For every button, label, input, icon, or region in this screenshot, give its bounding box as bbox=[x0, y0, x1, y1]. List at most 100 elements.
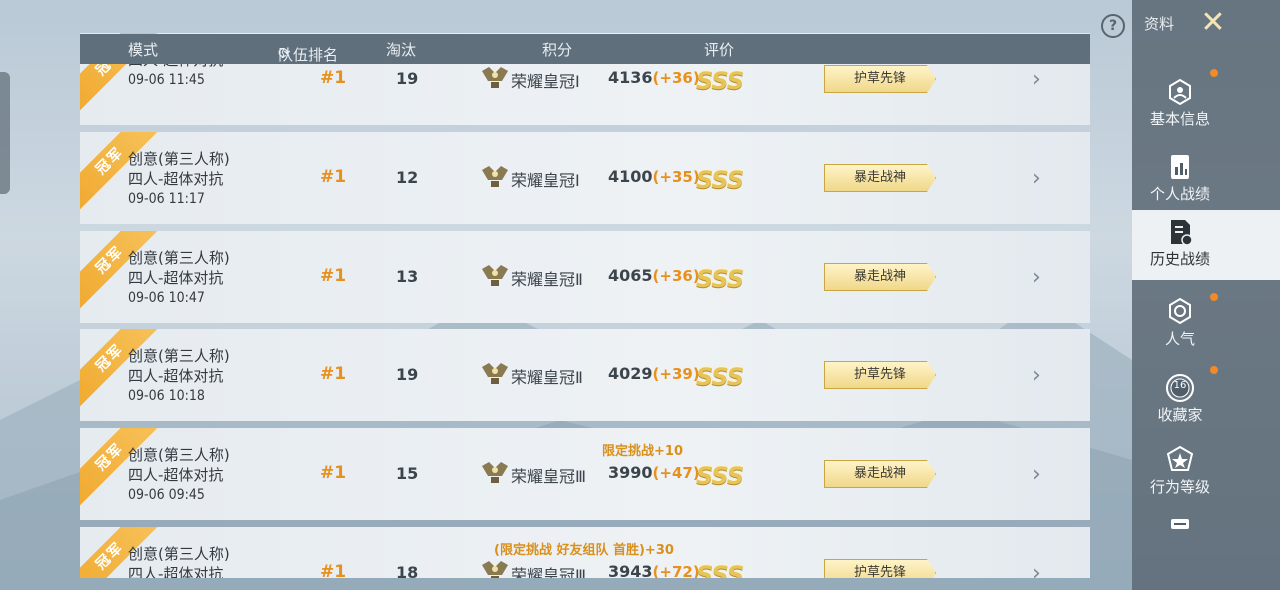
score-value: 4100(+35) bbox=[608, 167, 700, 186]
mode-line1: 创意(第三人称) bbox=[128, 150, 230, 168]
drawer-handle[interactable] bbox=[0, 72, 10, 194]
team-rank: #1 bbox=[320, 562, 347, 578]
grade-rating: SSS bbox=[696, 67, 744, 95]
mode-line2: 四人-超体对抗 bbox=[128, 170, 224, 188]
grade-rating: SSS bbox=[696, 462, 744, 490]
stats-icon bbox=[1171, 155, 1189, 179]
score-delta: (+72) bbox=[652, 563, 700, 578]
team-rank: #1 bbox=[320, 68, 347, 88]
mode-line2: 四人-超体对抗 bbox=[128, 269, 224, 287]
chevron-right-icon[interactable]: › bbox=[1032, 166, 1041, 191]
chevron-right-icon[interactable]: › bbox=[1032, 561, 1041, 578]
collector-level: 16 bbox=[1173, 380, 1187, 391]
score-delta: (+36) bbox=[652, 69, 700, 87]
chevron-right-icon[interactable]: › bbox=[1032, 363, 1041, 388]
close-icon[interactable]: ✕ bbox=[1196, 6, 1230, 40]
help-icon[interactable]: ? bbox=[1101, 14, 1125, 38]
kill-count: 18 bbox=[396, 563, 419, 578]
sidebar-item-label: 基本信息 bbox=[1149, 110, 1210, 128]
chevron-right-icon[interactable]: › bbox=[1032, 462, 1041, 487]
mode-line1: 创意(第三人称) bbox=[128, 446, 230, 464]
sidebar-title: 资料 bbox=[1144, 15, 1175, 33]
kill-count: 13 bbox=[396, 267, 419, 286]
history-table: 模式 ⟳队伍排名 淘汰 积分 评价 冠军 四人-超体对抗 09-06 11:45… bbox=[80, 0, 1090, 578]
honor-badge: 护草先锋 bbox=[824, 559, 936, 578]
grade-rating: SSS bbox=[696, 166, 744, 194]
match-mode: 创意(第三人称) 四人-超体对抗 09-06 11:17 bbox=[128, 149, 230, 209]
sidebar-item-label: 个人战绩 bbox=[1149, 185, 1210, 203]
grade-rating: SSS bbox=[696, 561, 744, 578]
mode-line1: 创意(第三人称) bbox=[128, 545, 230, 563]
history-icon bbox=[1171, 220, 1193, 246]
honor-badge: 暴走战神 bbox=[824, 460, 936, 488]
sidebar-item-basic-info[interactable]: 基本信息 bbox=[1132, 70, 1228, 140]
notification-dot bbox=[1210, 366, 1218, 374]
match-mode: 创意(第三人称) 四人-超体对抗 bbox=[128, 544, 230, 578]
match-date: 09-06 11:45 bbox=[128, 72, 205, 88]
profile-sidebar: 资料 ✕ 基本信息 个人战绩 历史战绩 人气 16 收藏家 行为等级 bbox=[1132, 0, 1280, 590]
sidebar-item-collector[interactable]: 16 收藏家 bbox=[1132, 366, 1228, 436]
mode-line1: 创意(第三人称) bbox=[128, 347, 230, 365]
score-value: 4029(+39) bbox=[608, 364, 700, 383]
mode-line2: 四人-超体对抗 bbox=[128, 565, 224, 578]
score-number: 3943 bbox=[608, 562, 653, 578]
score-number: 4029 bbox=[608, 364, 653, 383]
kill-count: 12 bbox=[396, 168, 419, 187]
notification-dot bbox=[1210, 69, 1218, 77]
match-date: 09-06 09:45 bbox=[128, 487, 205, 503]
score-number: 4136 bbox=[608, 68, 653, 87]
score-number: 4100 bbox=[608, 167, 653, 186]
match-row[interactable]: 冠军 创意(第三人称) 四人-超体对抗 09-06 10:18 #1 19 荣耀… bbox=[80, 329, 1090, 421]
header-kills: 淘汰 bbox=[386, 41, 417, 59]
header-score: 积分 bbox=[542, 41, 573, 59]
honor-badge: 护草先锋 bbox=[824, 65, 936, 93]
bonus-note: 限定挑战+10 bbox=[602, 444, 683, 459]
score-delta: (+36) bbox=[652, 267, 700, 285]
match-row[interactable]: 冠军 创意(第三人称) 四人-超体对抗 09-06 10:47 #1 13 荣耀… bbox=[80, 231, 1090, 323]
crown-tier-icon bbox=[482, 561, 508, 578]
score-value: 4065(+36) bbox=[608, 266, 700, 285]
score-delta: (+35) bbox=[652, 168, 700, 186]
chevron-right-icon[interactable]: › bbox=[1032, 265, 1041, 290]
grade-rating: SSS bbox=[696, 265, 744, 293]
sidebar-item-label: 行为等级 bbox=[1149, 478, 1210, 496]
sidebar-item-label: 收藏家 bbox=[1157, 406, 1203, 424]
tier-name: 荣耀皇冠Ⅱ bbox=[511, 368, 583, 387]
tier-name: 荣耀皇冠Ⅱ bbox=[511, 270, 583, 289]
sidebar-header: 资料 ✕ bbox=[1132, 0, 1280, 46]
profile-icon bbox=[1169, 78, 1191, 106]
kill-count: 19 bbox=[396, 69, 419, 88]
score-value: 4136(+36) bbox=[608, 68, 700, 87]
header-team-rank-label: 队伍排名 bbox=[278, 46, 339, 64]
mode-line2: 四人-超体对抗 bbox=[128, 466, 224, 484]
score-delta: (+39) bbox=[652, 365, 700, 383]
chevron-right-icon[interactable]: › bbox=[1032, 67, 1041, 92]
sidebar-item-personal-stats[interactable]: 个人战绩 bbox=[1132, 145, 1228, 215]
tier-name: 荣耀皇冠Ⅲ bbox=[511, 566, 587, 578]
match-row[interactable]: 冠军 创意(第三人称) 四人-超体对抗 09-06 09:45 #1 15 荣耀… bbox=[80, 428, 1090, 520]
team-rank: #1 bbox=[320, 364, 347, 384]
honor-badge: 护草先锋 bbox=[824, 361, 936, 389]
match-mode: 创意(第三人称) 四人-超体对抗 09-06 10:18 bbox=[128, 346, 230, 406]
tier-name: 荣耀皇冠Ⅰ bbox=[511, 72, 580, 91]
match-row[interactable]: 冠军 创意(第三人称) 四人-超体对抗 09-06 11:17 #1 12 荣耀… bbox=[80, 132, 1090, 224]
grade-rating: SSS bbox=[696, 363, 744, 391]
sidebar-item-behavior-level[interactable]: 行为等级 bbox=[1132, 438, 1228, 508]
team-rank: #1 bbox=[320, 266, 347, 286]
score-value: 3990(+47) bbox=[608, 463, 700, 482]
team-rank: #1 bbox=[320, 167, 347, 187]
more-menu-icon[interactable] bbox=[1171, 518, 1189, 530]
match-date: 09-06 11:17 bbox=[128, 191, 205, 207]
match-date: 09-06 10:47 bbox=[128, 290, 205, 306]
crown-tier-icon bbox=[482, 166, 508, 187]
behavior-icon bbox=[1166, 445, 1194, 471]
score-number: 3990 bbox=[608, 463, 653, 482]
bonus-note: (限定挑战 好友组队 首胜)+30 bbox=[494, 543, 674, 558]
score-value: 3943(+72) bbox=[608, 562, 700, 578]
kill-count: 15 bbox=[396, 464, 419, 483]
sidebar-item-history[interactable]: 历史战绩 bbox=[1132, 210, 1280, 280]
mode-line1: 创意(第三人称) bbox=[128, 249, 230, 267]
match-row[interactable]: 冠军 创意(第三人称) 四人-超体对抗 #1 18 荣耀皇冠Ⅲ (限定挑战 好友… bbox=[80, 527, 1090, 578]
match-mode: 创意(第三人称) 四人-超体对抗 09-06 10:47 bbox=[128, 248, 230, 308]
match-date: 09-06 10:18 bbox=[128, 388, 205, 404]
